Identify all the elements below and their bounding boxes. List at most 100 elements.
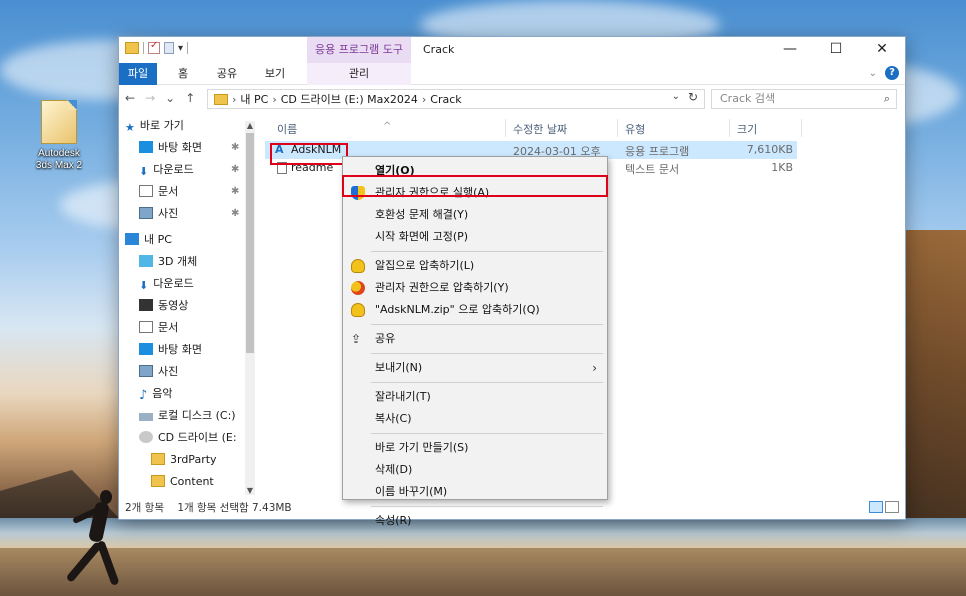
- tab-file[interactable]: 파일: [119, 63, 157, 85]
- pictures-icon: [139, 207, 153, 219]
- tab-share[interactable]: 공유: [211, 63, 243, 85]
- documents-icon: [139, 321, 153, 333]
- breadcrumb-cd-drive[interactable]: CD 드라이브 (E:) Max2024: [281, 91, 418, 107]
- navigation-pane: ★ 바로 가기 바탕 화면 ✱ ⬇ 다운로드 ✱ 문서 ✱ 사진 ✱ 내 PC 3D 개체 …: [119, 115, 257, 499]
- highlight-box-run-as-admin: [342, 175, 608, 197]
- expand-ribbon-icon[interactable]: ⌄: [869, 68, 877, 79]
- tab-view[interactable]: 보기: [259, 63, 291, 85]
- file-type: 텍스트 문서: [625, 163, 680, 176]
- pin-icon: ✱: [231, 186, 240, 197]
- refresh-icon[interactable]: ↻: [688, 90, 698, 104]
- menu-item-compress-to-zip[interactable]: "AdskNLM.zip" 으로 압축하기(Q): [343, 299, 607, 321]
- title-bar: ▾ 응용 프로그램 도구 Crack — ☐ ✕: [119, 37, 905, 63]
- address-row: ← → ⌄ ↑ › 내 PC › CD 드라이브 (E:) Max2024 › …: [119, 85, 905, 113]
- sidebar-item-desktop-pc[interactable]: 바탕 화면: [119, 339, 257, 361]
- nav-pane-scrollbar[interactable]: ▲ ▼: [245, 121, 255, 495]
- folder-icon: [125, 42, 139, 54]
- menu-item-alzip-compress[interactable]: 알집으로 압축하기(L): [343, 255, 607, 277]
- file-type: 응용 프로그램: [625, 145, 690, 158]
- sidebar-item-downloads[interactable]: ⬇ 다운로드 ✱: [119, 159, 257, 181]
- customize-toolbar-icon[interactable]: ▾: [178, 43, 183, 54]
- sidebar-item-documents-pc[interactable]: 문서: [119, 317, 257, 339]
- new-folder-icon[interactable]: [164, 42, 174, 54]
- menu-item-cut[interactable]: 잘라내기(T): [343, 386, 607, 408]
- breadcrumb-crack[interactable]: Crack: [430, 93, 461, 106]
- menu-item-create-shortcut[interactable]: 바로 가기 만들기(S): [343, 437, 607, 459]
- sidebar-item-cd-drive[interactable]: CD 드라이브 (E:: [119, 427, 257, 449]
- sidebar-item-3rdparty[interactable]: 3rdParty: [119, 449, 257, 471]
- search-input[interactable]: Crack 검색 ⌕: [711, 89, 897, 109]
- menu-item-send-to[interactable]: 보내기(N) ›: [343, 357, 607, 379]
- close-button[interactable]: ✕: [859, 37, 905, 63]
- address-bar[interactable]: › 내 PC › CD 드라이브 (E:) Max2024 › Crack ⌄ …: [207, 89, 705, 109]
- quick-access-toolbar: ▾: [125, 40, 189, 54]
- sidebar-item-pictures[interactable]: 사진 ✱: [119, 203, 257, 225]
- tab-manage[interactable]: 관리: [307, 63, 411, 85]
- alzip-admin-icon: [351, 281, 365, 295]
- menu-item-copy[interactable]: 복사(C): [343, 408, 607, 430]
- desktop-icon-3ds-max[interactable]: Autodesk 3ds Max 2: [24, 100, 94, 172]
- alzip-icon: [351, 303, 365, 317]
- minimize-button[interactable]: —: [767, 37, 813, 63]
- sidebar-item-quick-access[interactable]: ★ 바로 가기: [119, 115, 257, 137]
- sidebar-item-downloads-pc[interactable]: ⬇ 다운로드: [119, 273, 257, 295]
- music-icon: ♪: [139, 388, 148, 403]
- forward-button[interactable]: →: [145, 91, 155, 105]
- star-icon: ★: [125, 121, 135, 134]
- pin-icon: ✱: [231, 208, 240, 219]
- sidebar-item-pictures-pc[interactable]: 사진: [119, 361, 257, 383]
- alzip-icon: [351, 259, 365, 273]
- column-header-type[interactable]: 유형: [625, 121, 645, 137]
- file-size: 1KB: [771, 161, 793, 174]
- breadcrumb-this-pc[interactable]: 내 PC: [240, 91, 268, 107]
- sidebar-item-3d-objects[interactable]: 3D 개체: [119, 251, 257, 273]
- pc-icon: [125, 233, 139, 245]
- download-icon: ⬇: [139, 165, 149, 178]
- address-dropdown-icon[interactable]: ⌄: [672, 91, 680, 102]
- up-button[interactable]: ↑: [185, 91, 195, 105]
- menu-item-pin-to-start[interactable]: 시작 화면에 고정(P): [343, 226, 607, 248]
- search-icon: ⌕: [883, 92, 890, 105]
- menu-item-share[interactable]: ⇪ 공유: [343, 328, 607, 350]
- column-headers: ^ 이름 수정한 날짜 유형 크기: [265, 115, 901, 141]
- maximize-button[interactable]: ☐: [813, 37, 859, 63]
- download-icon: ⬇: [139, 279, 149, 292]
- desktop-icon: [139, 141, 153, 153]
- sidebar-item-this-pc[interactable]: 내 PC: [119, 229, 257, 251]
- sidebar-item-documents[interactable]: 문서 ✱: [119, 181, 257, 203]
- back-button[interactable]: ←: [125, 91, 135, 105]
- window-controls: — ☐ ✕: [767, 37, 905, 63]
- column-header-name[interactable]: 이름: [277, 121, 297, 137]
- scrollbar-thumb[interactable]: [246, 133, 254, 353]
- scroll-down-icon[interactable]: ▼: [245, 486, 255, 495]
- menu-item-rename[interactable]: 이름 바꾸기(M): [343, 481, 607, 503]
- item-count: 2개 항목: [125, 502, 164, 514]
- contextual-tab-group: 응용 프로그램 도구: [307, 37, 411, 63]
- cube-icon: [139, 255, 153, 267]
- shortcut-file-icon: [41, 100, 77, 144]
- file-size: 7,610KB: [746, 143, 793, 156]
- menu-item-troubleshoot-compatibility[interactable]: 호환성 문제 해결(Y): [343, 204, 607, 226]
- properties-check-icon[interactable]: [148, 40, 160, 54]
- column-header-date[interactable]: 수정한 날짜: [513, 121, 567, 137]
- scroll-up-icon[interactable]: ▲: [245, 121, 255, 130]
- pin-icon: ✱: [231, 164, 240, 175]
- large-icons-view-icon[interactable]: [885, 501, 899, 513]
- column-header-size[interactable]: 크기: [737, 121, 757, 137]
- sidebar-item-music[interactable]: ♪ 음악: [119, 383, 257, 405]
- details-view-icon[interactable]: [869, 501, 883, 513]
- sidebar-item-content[interactable]: Content: [119, 471, 257, 493]
- tab-home[interactable]: 홈: [171, 63, 195, 85]
- highlight-box-file: [270, 143, 348, 165]
- menu-item-properties[interactable]: 속성(R): [343, 510, 607, 532]
- selection-info: 1개 항목 선택함 7.43MB: [177, 502, 292, 514]
- help-icon[interactable]: ?: [885, 66, 899, 80]
- sidebar-item-desktop[interactable]: 바탕 화면 ✱: [119, 137, 257, 159]
- sidebar-item-local-disk[interactable]: 로컬 디스크 (C:): [119, 405, 257, 427]
- sidebar-item-videos[interactable]: 동영상: [119, 295, 257, 317]
- cd-drive-icon: [139, 431, 153, 443]
- recent-locations-button[interactable]: ⌄: [165, 91, 175, 105]
- menu-item-compress-as-admin[interactable]: 관리자 권한으로 압축하기(Y): [343, 277, 607, 299]
- menu-item-delete[interactable]: 삭제(D): [343, 459, 607, 481]
- drive-icon: [139, 413, 153, 421]
